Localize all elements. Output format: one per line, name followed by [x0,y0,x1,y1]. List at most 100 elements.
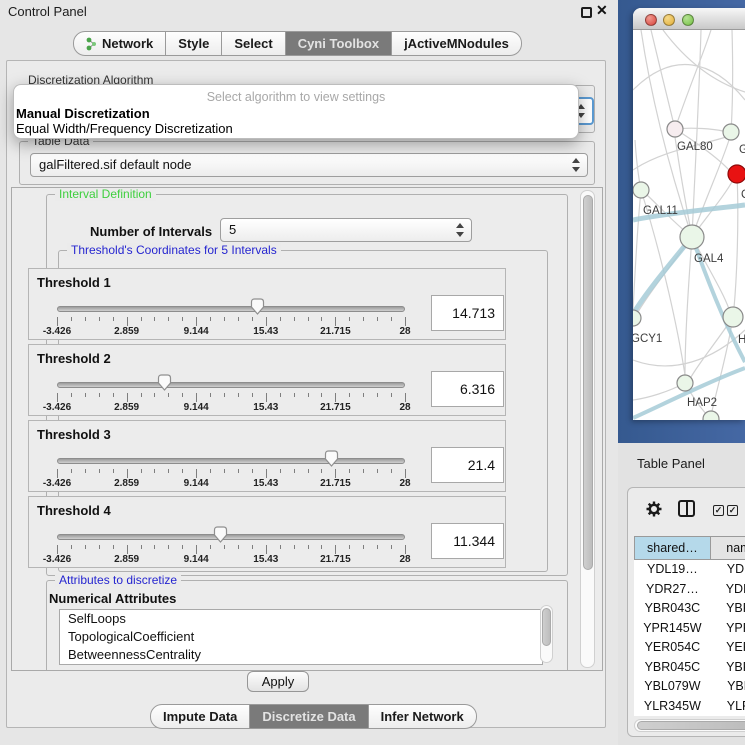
tab-infer-network[interactable]: Infer Network [369,704,477,729]
table-hscrollbar[interactable] [634,719,745,732]
tick-mark [210,317,211,321]
threshold-value-field[interactable]: 11.344 [431,523,504,559]
table-row[interactable]: YLR345WYLR3 [634,697,745,717]
slider-handle[interactable] [324,450,339,467]
tick-mark [224,545,225,549]
gal11-node[interactable] [633,182,649,198]
table-cell: YDL1 [711,560,745,580]
tab-jactivemnodules[interactable]: jActiveMNodules [392,31,522,56]
tick-label: 21.715 [320,326,351,337]
dropdown-item-manual-discretization[interactable]: Manual Discretization [16,106,150,121]
table-row[interactable]: YBR043CYBR0 [634,599,745,619]
right-mid-node[interactable] [723,307,743,327]
tick-mark [127,469,128,478]
tick-label: 2.859 [114,478,139,489]
table-row[interactable]: YBL079WYBL0 [634,677,745,697]
tick-mark [321,545,322,549]
tab-select[interactable]: Select [222,31,285,56]
dropdown-item-equal-width-frequency[interactable]: Equal Width/Frequency Discretization [16,121,233,136]
tick-mark [308,545,309,549]
gcy1-node[interactable] [633,310,641,326]
table-panel-area: Table Panel ✓ ✓ shared…name YDL19…YDL1YD… [618,443,745,745]
tick-mark [224,317,225,321]
network-canvas[interactable]: GAL80GCGAL11GAL4GCY1HHAP2 [633,30,745,420]
list-item-topologicalcoefficient[interactable]: TopologicalCoefficient [60,628,542,646]
list-item-selfloops[interactable]: SelfLoops [60,610,542,628]
number-of-intervals-combobox[interactable]: 5 [220,218,472,242]
tick-mark [224,469,225,473]
apply-button[interactable]: Apply [247,671,309,692]
tick-label: 2.859 [114,402,139,413]
tick-mark [57,317,58,326]
table-data-combobox[interactable]: galFiltered.sif default node [30,153,588,177]
table-row[interactable]: YDL19…YDL1 [634,560,745,580]
threshold-value-field[interactable]: 14.713 [431,295,504,331]
column-header-shared[interactable]: shared… [634,536,711,560]
slider-track[interactable] [57,382,405,388]
minimize-traffic-light[interactable] [663,14,675,26]
table-row[interactable]: YBR045CYBR0 [634,658,745,678]
tick-mark [224,393,225,397]
tab-style[interactable]: Style [166,31,222,56]
list-scrollbar-thumb[interactable] [542,608,551,646]
tick-mark [168,393,169,397]
selected-red-node[interactable] [728,165,745,183]
tick-mark [238,545,239,549]
slider-handle[interactable] [213,526,228,543]
slider-handle[interactable] [250,298,265,315]
tick-mark [71,317,72,321]
slider-tick-labels: -3.4262.8599.14415.4321.71528 [57,478,405,489]
hap2-node[interactable] [677,375,693,391]
tab-network[interactable]: Network [73,31,166,56]
gal80-node[interactable] [667,121,683,137]
tick-mark [141,317,142,321]
threshold-value-field[interactable]: 6.316 [431,371,504,407]
checkbox-checked-icon[interactable]: ✓ [727,505,738,516]
tab-cyni-toolbox[interactable]: Cyni Toolbox [286,31,392,56]
checkbox-checked-icon[interactable]: ✓ [713,505,724,516]
threshold-value-field[interactable]: 21.4 [431,447,504,483]
list-item-betweennesscentrality[interactable]: BetweennessCentrality [60,646,542,664]
table-hscrollbar-thumb[interactable] [637,721,745,730]
slider-ticks [57,545,407,554]
main-scrollbar[interactable] [580,190,595,668]
zoom-traffic-light[interactable] [682,14,694,26]
tick-mark [196,393,197,402]
combo-arrows-icon [571,154,581,176]
split-view-icon[interactable] [678,500,695,517]
network-window-titlebar[interactable] [633,8,745,30]
table-row[interactable]: YDR27…YDR2 [634,580,745,600]
main-scrollbar-thumb[interactable] [583,195,593,570]
list-scrollbar[interactable] [540,605,553,663]
tick-mark [363,317,364,321]
slider-track[interactable] [57,458,405,464]
close-traffic-light[interactable] [645,14,657,26]
node-label-c: C [741,189,745,201]
slider-track[interactable] [57,306,405,312]
tick-label: 28 [399,402,410,413]
tab-discretize-data[interactable]: Discretize Data [250,704,368,729]
column-header-name[interactable]: name [711,536,745,560]
top-right-node[interactable] [723,124,739,140]
tab-impute-data[interactable]: Impute Data [150,704,250,729]
tick-mark [99,545,100,549]
settings-scrollpane: Interval Definition Number of Intervals … [11,187,603,671]
numerical-attributes-list[interactable]: SelfLoopsTopologicalCoefficientBetweenne… [59,609,543,665]
algorithm-dropdown-popup: Select algorithm to view settings Manual… [13,84,579,139]
table-row[interactable]: YPR145WYPR1 [634,619,745,639]
tab-label: Cyni Toolbox [298,36,379,51]
close-icon[interactable]: ✕ [596,2,608,19]
float-window-icon[interactable] [581,7,592,18]
tick-mark [377,393,378,397]
slider-track[interactable] [57,534,405,540]
slider-handle[interactable] [157,374,172,391]
threshold-label: Threshold 2 [37,351,111,366]
gal4-node[interactable] [680,225,704,249]
tick-mark [391,545,392,549]
tab-label: Style [178,36,209,51]
tick-mark [196,469,197,478]
gear-icon[interactable] [645,500,663,518]
network-edge [633,190,641,310]
table-row[interactable]: YER054CYER0 [634,638,745,658]
network-edge [685,237,692,375]
